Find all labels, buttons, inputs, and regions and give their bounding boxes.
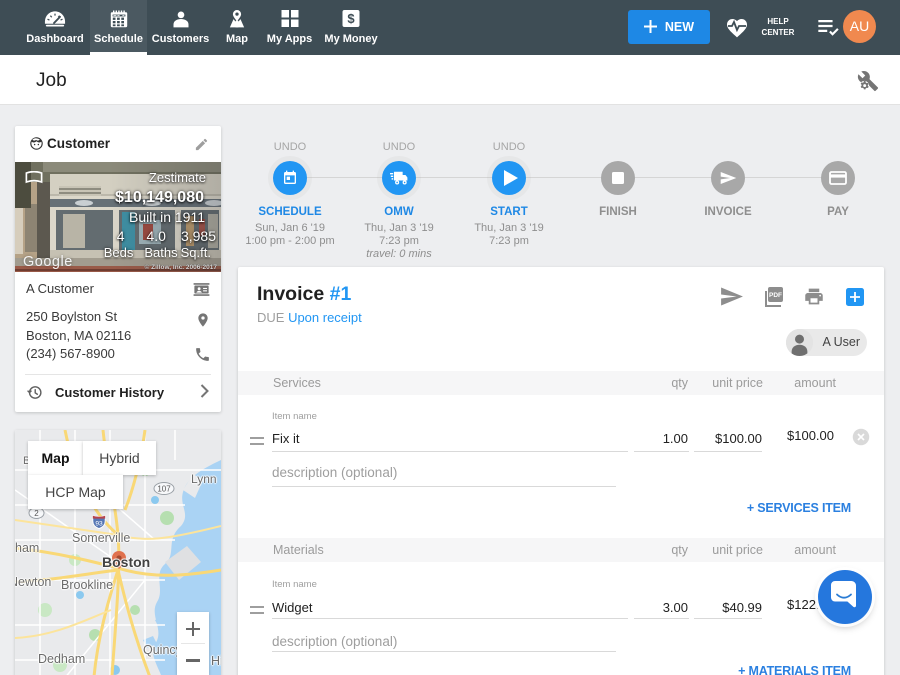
svg-text:107: 107 [157,485,171,494]
svg-text:93: 93 [95,520,103,527]
svg-text:$: $ [347,11,355,26]
svg-text:PDF: PDF [769,292,782,299]
svg-text:2: 2 [34,509,39,518]
